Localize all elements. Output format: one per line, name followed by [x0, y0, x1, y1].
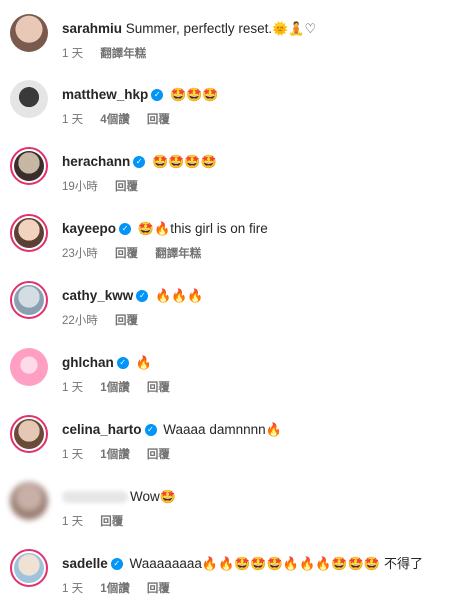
avatar[interactable] — [10, 415, 48, 453]
comment-username[interactable]: cathy_kww — [62, 288, 133, 303]
comment-item: kayeepo ✓ 🤩🔥this girl is on fire 23小時 回覆 … — [0, 212, 460, 276]
comment-emoji: 🔥🔥🤩🤩🤩🔥🔥🔥🤩🤩🤩 不得了 — [201, 557, 424, 572]
redacted-username — [62, 491, 128, 504]
comment-time: 19小時 — [62, 181, 98, 193]
likes-count[interactable]: 1個讚 — [100, 583, 129, 595]
comment-item: Wow🤩 1 天 回覆 — [0, 480, 460, 544]
verified-badge-icon: ✓ — [119, 223, 132, 236]
comment-emoji: 🤩🤩🤩 — [170, 88, 219, 103]
comment-text: Wow — [130, 489, 160, 504]
avatar[interactable] — [10, 482, 48, 520]
comment-time: 1 天 — [62, 114, 84, 126]
comment-time: 1 天 — [62, 516, 84, 528]
comment-emoji: 🌞🧘♡ — [272, 22, 317, 37]
comment-username[interactable]: celina_harto — [62, 422, 142, 437]
comment-username[interactable]: ghlchan — [62, 355, 114, 370]
comment-time: 1 天 — [62, 48, 84, 60]
comment-emoji: 🔥🔥🔥 — [155, 289, 204, 304]
avatar[interactable] — [10, 147, 48, 185]
likes-count[interactable]: 1個讚 — [100, 382, 129, 394]
comment-item: matthew_hkp ✓ 🤩🤩🤩 1 天 4個讚 回覆 — [0, 78, 460, 142]
avatar[interactable] — [10, 281, 48, 319]
verified-badge-icon: ✓ — [133, 156, 146, 169]
comment-time: 1 天 — [62, 583, 84, 595]
comment-time: 1 天 — [62, 382, 84, 394]
comment-emoji: 🔥 — [135, 356, 152, 371]
comment-item: herachann ✓ 🤩🤩🤩🤩 19小時 回覆 — [0, 145, 460, 209]
translate-button[interactable]: 翻譯年糕 — [155, 248, 201, 260]
comment-item: ghlchan ✓ 🔥 1 天 1個讚 回覆 — [0, 346, 460, 410]
comment-time: 1 天 — [62, 449, 84, 461]
comment-item: sarahmiu Summer, perfectly reset.🌞🧘♡ 1 天… — [0, 12, 460, 76]
translate-button[interactable]: 翻譯年糕 — [100, 48, 146, 60]
comment-username[interactable]: sarahmiu — [62, 21, 122, 36]
verified-badge-icon: ✓ — [151, 89, 164, 102]
likes-count[interactable]: 4個讚 — [100, 114, 129, 126]
comment-emoji: 🤩 — [159, 490, 176, 505]
reply-button[interactable]: 回覆 — [115, 181, 138, 193]
comment-username[interactable]: sadelle — [62, 556, 108, 571]
comment-emoji: 🤩🔥 — [137, 222, 171, 237]
avatar[interactable] — [10, 14, 48, 52]
reply-button[interactable]: 回覆 — [147, 583, 170, 595]
comment-text: Waaaa damnnnn — [163, 422, 266, 437]
comment-time: 23小時 — [62, 248, 98, 260]
avatar[interactable] — [10, 214, 48, 252]
avatar[interactable] — [10, 80, 48, 118]
avatar[interactable] — [10, 348, 48, 386]
comment-text: Summer, perfectly reset. — [125, 21, 273, 36]
comment-text: Waaaaaaaa — [129, 556, 202, 571]
verified-badge-icon: ✓ — [116, 357, 129, 370]
comment-item: celina_harto ✓ Waaaa damnnnn🔥 1 天 1個讚 回覆 — [0, 413, 460, 477]
comment-username[interactable]: kayeepo — [62, 221, 116, 236]
comment-item: sadelle ✓ Waaaaaaaa🔥🔥🤩🤩🤩🔥🔥🔥🤩🤩🤩 不得了 1 天 1個… — [0, 547, 460, 611]
reply-button[interactable]: 回覆 — [147, 114, 170, 126]
comment-time: 22小時 — [62, 315, 98, 327]
likes-count[interactable]: 1個讚 — [100, 449, 129, 461]
reply-button[interactable]: 回覆 — [115, 315, 138, 327]
verified-badge-icon: ✓ — [136, 290, 149, 303]
reply-button[interactable]: 回覆 — [100, 516, 123, 528]
reply-button[interactable]: 回覆 — [147, 449, 170, 461]
avatar[interactable] — [10, 549, 48, 587]
comment-emoji: 🔥 — [265, 423, 282, 438]
comment-username[interactable]: matthew_hkp — [62, 87, 148, 102]
comment-text: this girl is on fire — [170, 221, 268, 236]
comment-item: cathy_kww ✓ 🔥🔥🔥 22小時 回覆 — [0, 279, 460, 343]
reply-button[interactable]: 回覆 — [115, 248, 138, 260]
reply-button[interactable]: 回覆 — [147, 382, 170, 394]
verified-badge-icon: ✓ — [110, 558, 123, 571]
verified-badge-icon: ✓ — [144, 424, 157, 437]
comment-username[interactable]: herachann — [62, 154, 130, 169]
comment-emoji: 🤩🤩🤩🤩 — [152, 155, 217, 170]
